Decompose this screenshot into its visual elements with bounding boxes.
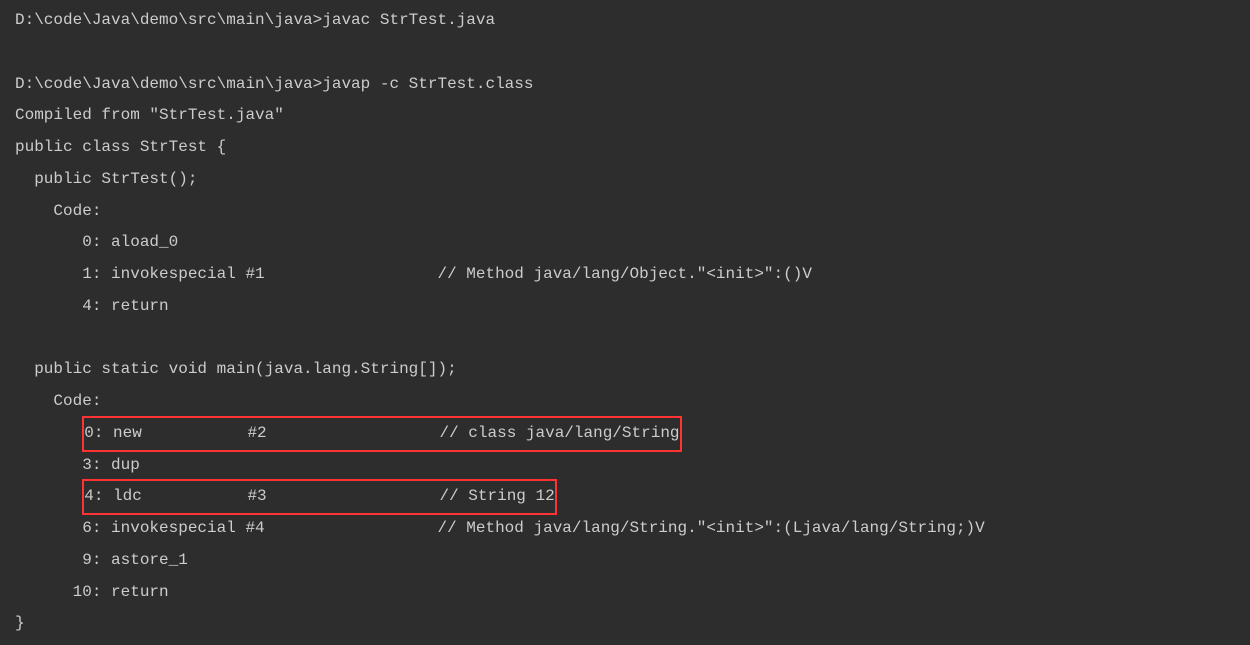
empty-line <box>15 37 1235 69</box>
bytecode-line: 9: astore_1 <box>15 545 1235 577</box>
command-text: javap -c StrTest.class <box>322 75 533 93</box>
constructor-signature: public StrTest(); <box>15 164 1235 196</box>
class-end: } <box>15 608 1235 640</box>
bytecode-line: 4: return <box>15 291 1235 323</box>
command-line-1: D:\code\Java\demo\src\main\java>javac St… <box>15 5 1235 37</box>
indent <box>15 481 82 513</box>
bytecode-line: 0: aload_0 <box>15 227 1235 259</box>
bytecode-line: 1: invokespecial #1 // Method java/lang/… <box>15 259 1235 291</box>
class-declaration: public class StrTest { <box>15 132 1235 164</box>
main-signature: public static void main(java.lang.String… <box>15 354 1235 386</box>
code-label: Code: <box>15 386 1235 418</box>
prompt-path: D:\code\Java\demo\src\main\java> <box>15 11 322 29</box>
indent <box>15 418 82 450</box>
bytecode-line: 6: invokespecial #4 // Method java/lang/… <box>15 513 1235 545</box>
code-label: Code: <box>15 196 1235 228</box>
bytecode-line: 3: dup <box>15 450 1235 482</box>
command-line-2: D:\code\Java\demo\src\main\java>javap -c… <box>15 69 1235 101</box>
compiled-from: Compiled from "StrTest.java" <box>15 100 1235 132</box>
prompt-path: D:\code\Java\demo\src\main\java> <box>15 75 322 93</box>
highlighted-line-wrapper: 0: new #2 // class java/lang/String <box>15 418 1235 450</box>
bytecode-line: 10: return <box>15 577 1235 609</box>
highlight-box: 0: new #2 // class java/lang/String <box>82 416 681 452</box>
command-text: javac StrTest.java <box>322 11 495 29</box>
terminal-output: D:\code\Java\demo\src\main\java>javac St… <box>0 0 1250 645</box>
empty-line <box>15 323 1235 355</box>
highlighted-line-wrapper: 4: ldc #3 // String 12 <box>15 481 1235 513</box>
highlight-box: 4: ldc #3 // String 12 <box>82 479 556 515</box>
